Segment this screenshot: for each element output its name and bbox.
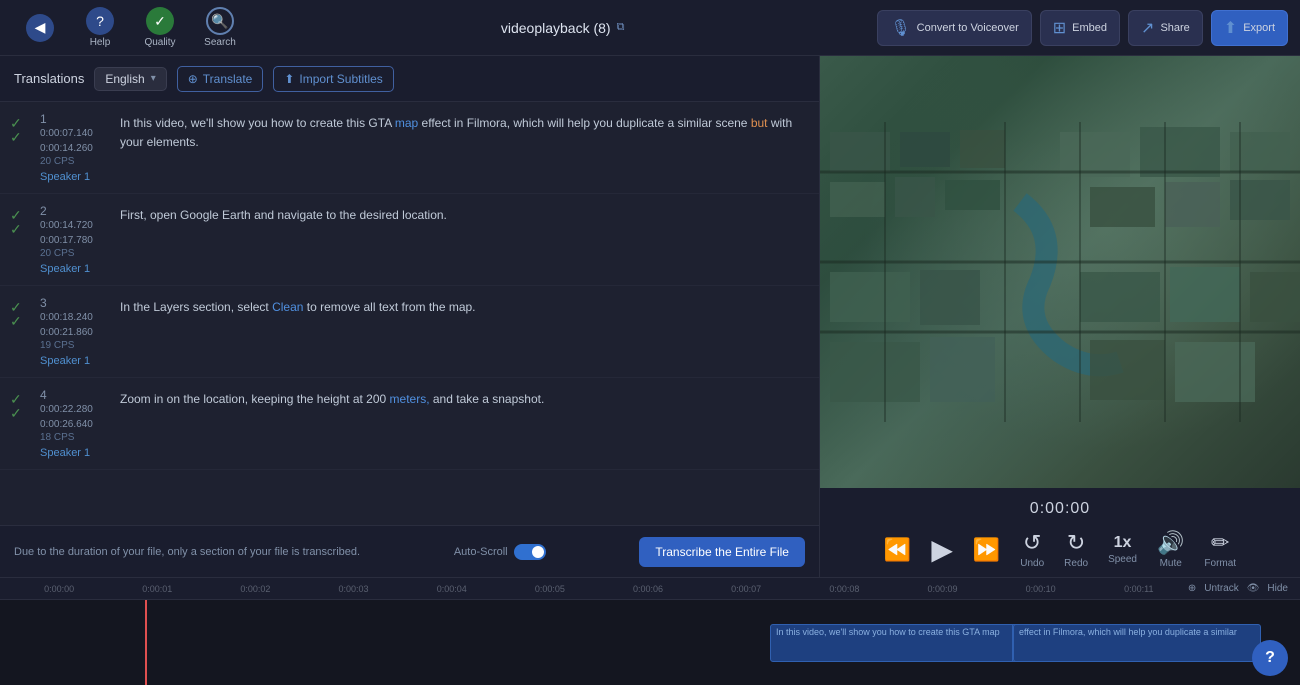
plus-icon: ⊕ <box>188 72 198 86</box>
subtitle-text-1[interactable]: In this video, we'll show you how to cre… <box>120 112 805 152</box>
share-button[interactable]: ↗ Share <box>1128 10 1203 46</box>
subtitle-text-4[interactable]: Zoom in on the location, keeping the hei… <box>120 388 805 409</box>
left-panel: Translations English ▾ ⊕ Translate ⬆ Imp… <box>0 56 820 577</box>
check-col-1: ✓✓ <box>10 112 30 144</box>
back-button[interactable]: ◀ <box>12 4 68 52</box>
subtitle-clip-2[interactable]: effect in Filmora, which will help you d… <box>1013 624 1261 662</box>
playhead <box>145 600 147 685</box>
speed-icon: 1x <box>1114 534 1132 552</box>
table-row[interactable]: ✓✓ 2 0:00:14.720 0:00:17.780 20 CPS Spea… <box>0 194 819 286</box>
checkmark-3: ✓✓ <box>10 300 30 328</box>
checkmark-4: ✓✓ <box>10 392 30 420</box>
timeline-controls-right: ⊕ Untrack 👁 Hide <box>1188 583 1300 594</box>
undo-button[interactable]: ↺ Undo <box>1020 530 1044 569</box>
check-col-2: ✓✓ <box>10 204 30 236</box>
transcribe-entire-button[interactable]: Transcribe the Entire File <box>639 537 805 567</box>
subtitle-text-3[interactable]: In the Layers section, select Clean to r… <box>120 296 805 317</box>
check-col-3: ✓✓ <box>10 296 30 328</box>
voiceover-icon: 🎙 <box>890 18 910 38</box>
hide-button[interactable]: Hide <box>1267 583 1288 594</box>
table-row[interactable]: ✓✓ 3 0:00:18.240 0:00:21.860 19 CPS Spea… <box>0 286 819 378</box>
import-icon: ⬆ <box>284 72 294 86</box>
mute-button[interactable]: 🔊 Mute <box>1157 530 1184 569</box>
checkmark-2: ✓✓ <box>10 208 30 236</box>
language-selector[interactable]: English ▾ <box>94 67 166 91</box>
auto-scroll-switch[interactable] <box>514 544 546 560</box>
translate-button[interactable]: ⊕ Translate <box>177 66 264 92</box>
timeline-track[interactable]: In this video, we'll show you how to cre… <box>0 600 1300 685</box>
timeline-area: 0:00:00 0:00:01 0:00:02 0:00:03 0:00:04 … <box>0 577 1300 685</box>
video-area <box>820 56 1300 488</box>
eye-icon: 👁 <box>1247 583 1260 594</box>
timeline-ruler: 0:00:00 0:00:01 0:00:02 0:00:03 0:00:04 … <box>0 584 1188 594</box>
speed-button[interactable]: 1x Speed <box>1108 534 1137 565</box>
format-icon: ✏ <box>1211 530 1229 556</box>
speaker-4[interactable]: Speaker 1 <box>40 447 110 459</box>
check-col-4: ✓✓ <box>10 388 30 420</box>
rewind-icon: ⏪ <box>884 537 911 563</box>
num-col-4: 4 0:00:22.280 0:00:26.640 18 CPS Speaker… <box>40 388 110 459</box>
auto-scroll-toggle: Auto-Scroll <box>454 544 546 560</box>
toolbar-left: ◀ ? Help ✓ Quality 🔍 Search <box>12 4 248 52</box>
undo-icon: ↺ <box>1023 530 1041 556</box>
redo-icon: ↻ <box>1067 530 1085 556</box>
transcribe-bar: Due to the duration of your file, only a… <box>0 525 819 577</box>
help-fab-button[interactable]: ? <box>1252 640 1288 676</box>
embed-button[interactable]: ⊞ Embed <box>1040 10 1120 46</box>
speaker-2[interactable]: Speaker 1 <box>40 263 110 275</box>
transcribe-message: Due to the duration of your file, only a… <box>14 546 360 558</box>
subtitle-text-2[interactable]: First, open Google Earth and navigate to… <box>120 204 805 225</box>
play-button[interactable]: ▶ <box>931 533 953 566</box>
zoom-in-icon[interactable]: ⊕ <box>1188 583 1196 594</box>
right-panel: 0:00:00 ⏪ ▶ ⏩ ↺ Undo ↻ Redo <box>820 56 1300 577</box>
video-thumbnail <box>820 56 1300 488</box>
search-icon: 🔍 <box>206 7 234 35</box>
play-icon: ▶ <box>931 533 953 566</box>
main-area: Translations English ▾ ⊕ Translate ⬆ Imp… <box>0 56 1300 577</box>
clip-text-2: effect in Filmora, which will help you d… <box>1014 625 1260 661</box>
format-button[interactable]: ✏ Format <box>1204 530 1236 569</box>
help-icon: ? <box>86 7 114 35</box>
fast-forward-icon: ⏩ <box>973 537 1000 563</box>
redo-button[interactable]: ↻ Redo <box>1064 530 1088 569</box>
export-button[interactable]: ⬆ Export <box>1211 10 1288 46</box>
table-row[interactable]: ✓✓ 4 0:00:22.280 0:00:26.640 18 CPS Spea… <box>0 378 819 470</box>
embed-icon: ⊞ <box>1053 18 1066 38</box>
convert-voiceover-button[interactable]: 🎙 Convert to Voiceover <box>877 10 1031 46</box>
subtitle-list: ✓✓ 1 0:00:07.140 0:00:14.260 20 CPS Spea… <box>0 102 819 525</box>
toolbar-title: videoplayback (8) ⧉ <box>248 20 877 36</box>
toolbar: ◀ ? Help ✓ Quality 🔍 Search videoplaybac… <box>0 0 1300 56</box>
import-subtitles-button[interactable]: ⬆ Import Subtitles <box>273 66 393 92</box>
external-link-icon[interactable]: ⧉ <box>617 21 625 34</box>
panel-header: Translations English ▾ ⊕ Translate ⬆ Imp… <box>0 56 819 102</box>
table-row[interactable]: ✓✓ 1 0:00:07.140 0:00:14.260 20 CPS Spea… <box>0 102 819 194</box>
timeline-header: 0:00:00 0:00:01 0:00:02 0:00:03 0:00:04 … <box>0 578 1300 600</box>
num-col-2: 2 0:00:14.720 0:00:17.780 20 CPS Speaker… <box>40 204 110 275</box>
speaker-1[interactable]: Speaker 1 <box>40 171 110 183</box>
translations-title: Translations <box>14 71 84 86</box>
quality-button[interactable]: ✓ Quality <box>132 4 188 52</box>
rewind-button[interactable]: ⏪ <box>884 537 911 563</box>
controls-row: ⏪ ▶ ⏩ ↺ Undo ↻ Redo 1x Speed <box>820 526 1300 573</box>
speaker-3[interactable]: Speaker 1 <box>40 355 110 367</box>
num-col-3: 3 0:00:18.240 0:00:21.860 19 CPS Speaker… <box>40 296 110 367</box>
video-controls: 0:00:00 ⏪ ▶ ⏩ ↺ Undo ↻ Redo <box>820 488 1300 577</box>
search-button[interactable]: 🔍 Search <box>192 4 248 52</box>
back-icon: ◀ <box>26 14 54 42</box>
language-chevron-icon: ▾ <box>151 73 156 84</box>
toolbar-right: 🎙 Convert to Voiceover ⊞ Embed ↗ Share ⬆… <box>877 10 1288 46</box>
num-col-1: 1 0:00:07.140 0:00:14.260 20 CPS Speaker… <box>40 112 110 183</box>
quality-icon: ✓ <box>146 7 174 35</box>
checkmark-1: ✓✓ <box>10 116 30 144</box>
export-icon: ⬆ <box>1224 18 1237 38</box>
time-display: 0:00:00 <box>820 496 1300 526</box>
fast-forward-button[interactable]: ⏩ <box>973 537 1000 563</box>
untrack-button[interactable]: Untrack <box>1204 583 1238 594</box>
share-icon: ↗ <box>1141 18 1154 38</box>
help-button[interactable]: ? Help <box>72 4 128 52</box>
mute-icon: 🔊 <box>1157 530 1184 556</box>
